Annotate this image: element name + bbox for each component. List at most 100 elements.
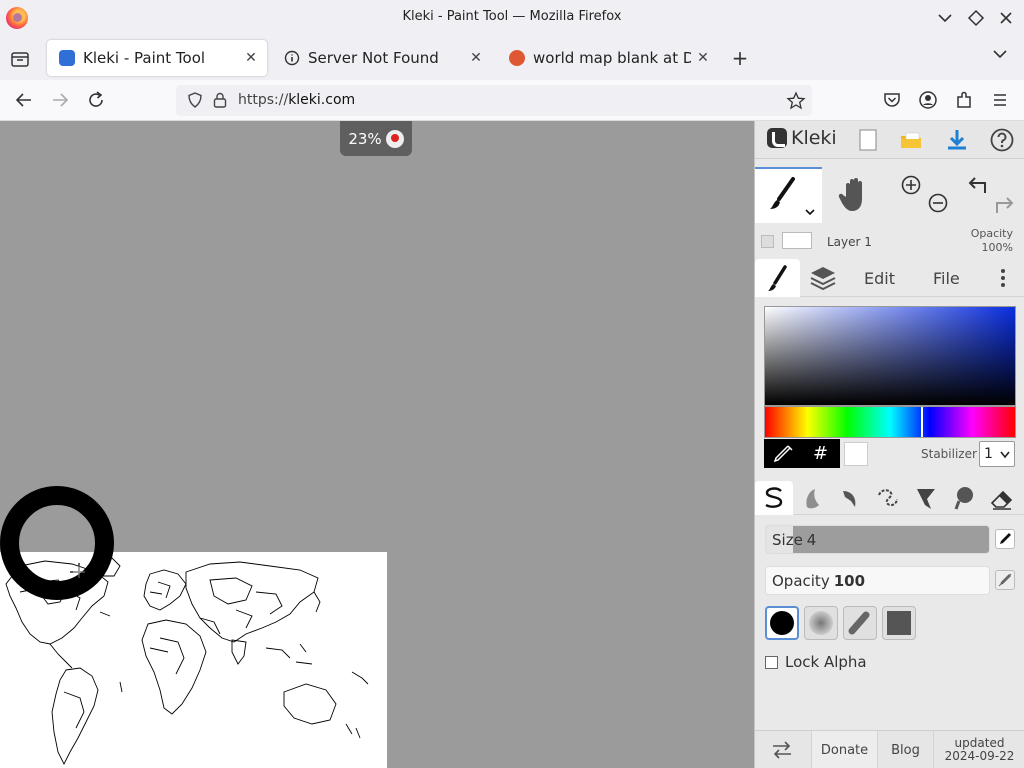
kleki-logo[interactable]: Kleki (767, 127, 837, 149)
window-title: Kleki - Paint Tool — Mozilla Firefox (402, 9, 622, 24)
tab-layers[interactable] (805, 263, 841, 293)
zoom-in-icon[interactable] (901, 175, 921, 195)
url-text: https://kleki.com (238, 92, 355, 108)
url-scheme: https:// (238, 92, 289, 108)
zoom-buttons (895, 167, 955, 223)
updated-info[interactable]: updated 2024-09-22 (933, 731, 1024, 768)
panel-top-bar: Kleki (755, 121, 1024, 159)
brush-shape-slanted-button[interactable] (843, 606, 877, 640)
crosshair-icon (70, 563, 88, 581)
url-bar[interactable]: https://kleki.com (176, 85, 812, 116)
opacity-pressure-toggle-icon[interactable] (995, 570, 1015, 590)
secondary-color-swatch[interactable] (844, 442, 868, 466)
opacity-label: Opacity (772, 572, 830, 590)
pocket-icon[interactable] (880, 88, 904, 112)
zoom-indicator[interactable]: 23% (340, 121, 412, 156)
layer-visibility-checkbox[interactable] (761, 235, 774, 248)
sketchy-brush-button[interactable] (831, 481, 869, 515)
shield-icon[interactable] (186, 91, 204, 113)
help-icon[interactable] (989, 127, 1015, 153)
circle-shape-icon (770, 611, 794, 635)
eraser-button[interactable] (983, 481, 1021, 515)
new-image-icon[interactable] (855, 127, 881, 153)
brush-shape-circle-button[interactable] (765, 606, 799, 640)
hex-input-button[interactable]: # (801, 439, 840, 468)
size-pressure-toggle-icon[interactable] (995, 529, 1015, 549)
account-icon[interactable] (916, 88, 940, 112)
tab-brush[interactable] (755, 259, 800, 297)
reload-icon[interactable] (84, 88, 108, 112)
eyedropper-button[interactable] (764, 439, 801, 468)
brush-size-slider[interactable]: Size 4 (765, 525, 990, 554)
redo-icon[interactable] (996, 197, 1014, 213)
brush-icon (768, 265, 787, 291)
pen-brush-button[interactable] (755, 481, 793, 515)
tab-file[interactable]: File (933, 269, 960, 288)
chemy-brush-button[interactable] (907, 481, 945, 515)
close-tab-icon[interactable]: ✕ (691, 50, 715, 66)
stabilizer-value: 1 (984, 446, 993, 462)
firefox-view-icon[interactable] (8, 47, 32, 71)
tab-label: Server Not Found (308, 49, 439, 67)
size-slider-label: Size 4 (772, 531, 816, 549)
tab-duckduckgo[interactable]: world map blank at Duck ✕ (497, 40, 719, 76)
menu-icon[interactable] (988, 88, 1012, 112)
more-options-icon[interactable] (999, 267, 1007, 289)
minimize-icon[interactable] (934, 7, 956, 29)
close-tab-icon[interactable]: ✕ (464, 50, 488, 66)
blog-link[interactable]: Blog (877, 731, 933, 768)
tab-label: Kleki - Paint Tool (83, 49, 206, 67)
brush-shape-soft-button[interactable] (804, 606, 838, 640)
blend-brush-button[interactable] (793, 481, 831, 515)
hue-slider-handle[interactable] (921, 407, 923, 437)
drawing-canvas[interactable]: 23% (0, 121, 754, 768)
color-picker-area[interactable] (764, 306, 1016, 406)
undo-icon[interactable] (968, 177, 986, 193)
kleki-logo-icon (767, 128, 787, 148)
lock-alpha-toggle[interactable]: Lock Alpha (765, 653, 867, 671)
chemy-brush-icon (917, 489, 935, 509)
undo-redo-buttons (959, 167, 1024, 223)
smudge-brush-icon (954, 487, 973, 510)
donate-link[interactable]: Donate (811, 731, 877, 768)
forward-icon[interactable] (48, 88, 72, 112)
zoom-reset-icon[interactable] (385, 129, 404, 148)
layer-preview-row[interactable]: Layer 1 Opacity 100% (755, 223, 1024, 259)
smudge-brush-button[interactable] (945, 481, 983, 515)
import-folder-icon[interactable] (898, 127, 924, 153)
list-all-tabs-icon[interactable] (992, 48, 1008, 64)
tab-kleki[interactable]: Kleki - Paint Tool ✕ (47, 40, 267, 76)
maximize-icon[interactable] (965, 7, 987, 29)
swap-side-icon[interactable] (769, 739, 795, 761)
title-bar: Kleki - Paint Tool — Mozilla Firefox (0, 0, 1024, 36)
hand-tool-button[interactable] (822, 167, 888, 223)
size-label: Size (772, 531, 803, 549)
brush-size-cursor (0, 486, 114, 600)
close-window-icon[interactable] (995, 7, 1017, 29)
info-icon (284, 50, 300, 66)
lock-icon[interactable] (212, 91, 228, 113)
hue-slider[interactable] (764, 406, 1016, 438)
stabilizer-select[interactable]: 1 (979, 441, 1015, 467)
new-tab-icon[interactable]: + (728, 47, 752, 69)
brush-shape-square-button[interactable] (882, 606, 916, 640)
close-tab-icon[interactable]: ✕ (239, 50, 263, 66)
bookmark-star-icon[interactable] (786, 91, 806, 115)
zoom-out-icon[interactable] (928, 193, 948, 213)
pixel-brush-button[interactable] (869, 481, 907, 515)
download-icon[interactable] (944, 127, 970, 153)
brush-opacity-slider[interactable]: Opacity 100 (765, 566, 990, 595)
tool-row (755, 167, 1024, 223)
tab-edit[interactable]: Edit (864, 269, 895, 288)
hand-icon (838, 178, 862, 211)
panel-bottom-bar: Donate Blog updated 2024-09-22 (755, 730, 1024, 768)
back-icon[interactable] (12, 88, 36, 112)
extensions-icon[interactable] (952, 88, 976, 112)
tab-server-not-found[interactable]: Server Not Found ✕ (272, 40, 492, 76)
lock-alpha-checkbox[interactable] (765, 655, 778, 669)
kleki-side-panel: Kleki Layer 1 Opacity 100% Edit File # S… (754, 121, 1024, 768)
opacity-value: 100 (833, 572, 866, 590)
stabilizer-label: Stabilizer (921, 447, 977, 461)
brush-tool-button[interactable] (755, 167, 822, 223)
layer-opacity: Opacity 100% (971, 227, 1013, 255)
